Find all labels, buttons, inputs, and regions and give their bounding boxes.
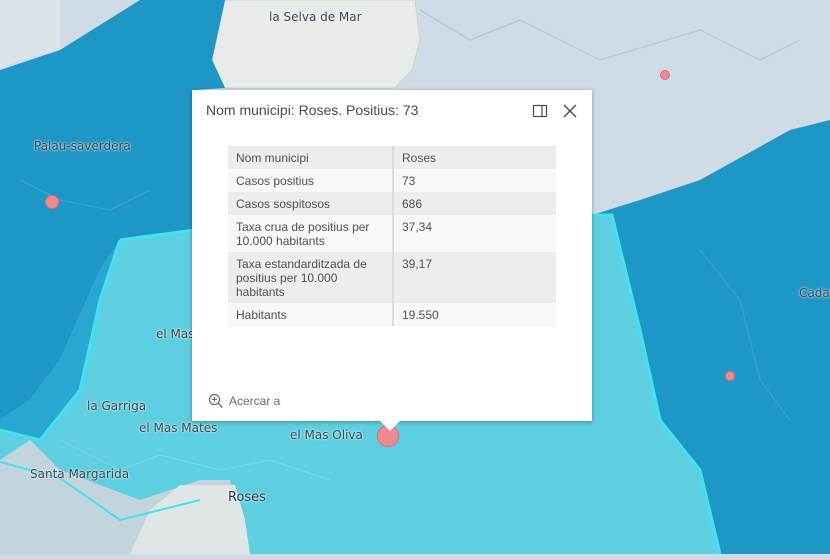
attribute-key: Habitants: [228, 303, 394, 326]
attribute-key: Nom municipi: [228, 146, 394, 169]
attribute-key: Taxa crua de positius per 10.000 habitan…: [228, 215, 394, 252]
attribute-value: 19.550: [402, 308, 439, 322]
table-row: Taxa crua de positius per 10.000 habitan…: [228, 215, 556, 252]
table-row: Habitants 19.550: [228, 303, 556, 326]
case-marker[interactable]: [660, 70, 670, 80]
table-row: Casos sospitosos 686: [228, 192, 556, 215]
attribute-key: Taxa estandarditzada de positius per 10.…: [228, 252, 394, 303]
table-row: Taxa estandarditzada de positius per 10.…: [228, 252, 556, 303]
table-row: Casos positius 73: [228, 169, 556, 192]
attribute-value: 73: [402, 174, 416, 188]
zoom-to-button[interactable]: Acercar a: [208, 393, 280, 409]
place-label: Palau-saverdera: [34, 139, 131, 153]
attribute-value: 37,34: [402, 220, 433, 234]
place-label: el Mas Mates: [139, 421, 218, 435]
close-button[interactable]: [561, 102, 579, 120]
place-label: el Mas Oliva: [290, 428, 363, 442]
place-label: Cadar: [799, 286, 830, 300]
place-label: el Mas: [156, 327, 195, 341]
attribute-value: 686: [402, 197, 423, 211]
place-label: la Garriga: [87, 399, 147, 413]
case-marker[interactable]: [45, 195, 59, 209]
table-row: Nom municipi Roses: [228, 146, 556, 169]
dock-button[interactable]: [531, 102, 549, 120]
popup-pointer: [380, 421, 400, 431]
place-label: Roses: [228, 490, 266, 505]
dock-icon: [532, 104, 548, 118]
attribute-value: 39,17: [402, 257, 433, 271]
zoom-to-label: Acercar a: [229, 394, 281, 408]
place-label: la Selva de Mar: [269, 10, 362, 24]
popup: Nom municipi: Roses. Positius: 73 Nom mu…: [192, 90, 592, 431]
place-label: Santa Margarida: [30, 467, 130, 481]
attribute-key: Casos positius: [228, 169, 394, 192]
popup-title: Nom municipi: Roses. Positius: 73: [206, 102, 419, 118]
close-icon: [563, 104, 577, 118]
attribute-key: Casos sospitosos: [228, 192, 394, 215]
case-marker[interactable]: [725, 371, 735, 381]
zoom-in-icon: [208, 393, 223, 408]
attribute-value: Roses: [402, 151, 437, 165]
attribute-table: Nom municipi Roses Casos positius 73 Cas…: [228, 146, 556, 326]
